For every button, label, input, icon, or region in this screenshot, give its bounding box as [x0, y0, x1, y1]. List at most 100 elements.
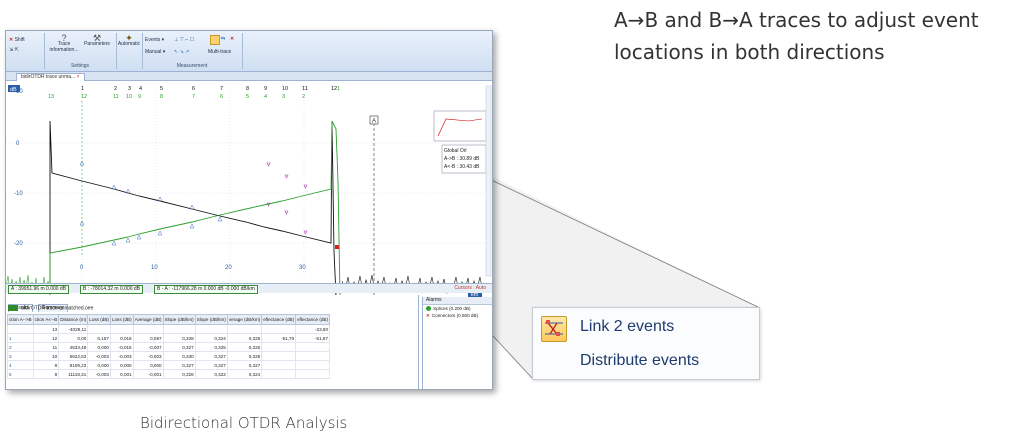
event-number: 2 — [114, 86, 117, 92]
cursors-mode[interactable]: Cursors : Auto — [454, 284, 486, 293]
table-row[interactable]: 2 11 4633,48 0,000 -0,015 -0,007 0,327 0… — [7, 342, 331, 352]
table-row[interactable]: 13 -4029,11 -23,80 — [7, 324, 331, 334]
callout-zoom-panel: Link 2 events Distribute events — [532, 307, 760, 380]
table-row[interactable]: 4 9 8109,23 0,000 0,000 0,000 0,327 0,32… — [7, 360, 331, 370]
manual-label: Manual — [145, 49, 162, 55]
event-number: 3 — [128, 86, 131, 92]
table-cell — [261, 342, 297, 352]
results-panel: Results Summary bidirOTDR trace unmatche… — [6, 295, 419, 389]
plot-scrollbar[interactable] — [485, 85, 492, 277]
table-cell: -4029,11 — [58, 324, 89, 334]
table-cell: 4633,48 — [58, 342, 89, 352]
event-number: 6 — [192, 86, 195, 92]
trace-info-label: Trace information... — [49, 41, 79, 53]
overview-thumbnail[interactable] — [433, 110, 487, 142]
cursor-ba-readout: B - A : -117966.28 m 0.000 dB -0.000 dB/… — [154, 285, 258, 294]
event-number: 5 — [246, 94, 249, 100]
table-cell — [109, 324, 134, 334]
column-header[interactable]: Loss (dB) — [109, 314, 134, 325]
table-cell: 4 — [7, 360, 34, 370]
alarm-connectors[interactable]: ✕ Connectors (0.500 dB) — [423, 312, 492, 319]
table-cell: 12 — [32, 333, 60, 343]
table-cell: 0,328 — [162, 333, 196, 343]
distribute-events-menu-item[interactable]: Distribute events — [580, 352, 699, 370]
y-tick-label: -20 — [14, 241, 23, 247]
trace-information-button[interactable]: ? Trace information... — [48, 34, 80, 54]
table-row[interactable]: 3 10 6622,53 -0,003 -0,003 -0,003 0,330 … — [7, 351, 331, 361]
column-header[interactable]: Distance (m) — [58, 314, 89, 325]
column-header[interactable]: verage (dB/km) — [226, 314, 263, 325]
table-cell: 13 — [32, 324, 60, 334]
alarm-splices[interactable]: Splices (0.200 dB) — [423, 305, 492, 312]
table-cell: -0,003 — [87, 351, 111, 361]
results-file-label: bidirOTDR trace unmatched.oee — [21, 305, 94, 312]
column-header[interactable]: ction A-->B — [7, 314, 34, 325]
table-cell: 0,000 — [87, 360, 111, 370]
table-cell — [7, 324, 34, 334]
manual-tools-icons[interactable]: ↖ ↘ ↗ — [174, 49, 189, 55]
table-cell: 0,000 — [87, 342, 111, 352]
table-row[interactable]: 5 8 11118,31 -0,003 0,001 -0,001 0,326 0… — [7, 369, 331, 379]
table-cell — [295, 342, 331, 352]
document-tab[interactable]: bidirOTDR trace unma... × — [16, 73, 85, 81]
table-cell: 8 — [32, 369, 60, 379]
arrows-icon[interactable]: ⇲ ⇱ — [9, 47, 19, 53]
table-cell — [295, 360, 331, 370]
event-number: 11 — [113, 94, 119, 100]
events-table: ction A-->B ction A<--B Distance (m) Los… — [7, 314, 331, 379]
column-header[interactable]: eflectance (dB) — [295, 314, 331, 325]
automatic-label: Automatic — [117, 41, 141, 47]
table-cell: 0,018 — [109, 333, 134, 343]
close-tab-icon[interactable]: × — [77, 74, 80, 80]
table-cell: 9 — [32, 360, 60, 370]
document-tabstrip: bidirOTDR trace unma... × — [6, 72, 492, 81]
event-number: 2 — [302, 94, 305, 100]
table-row[interactable]: 1 12 0,00 0,157 0,018 0,087 0,328 0,324 … — [7, 333, 331, 343]
link-2-events-menu-item[interactable]: Link 2 events — [580, 318, 674, 336]
table-cell — [261, 351, 297, 361]
table-cell: 0,157 — [87, 333, 111, 343]
link-events-button[interactable] — [210, 35, 220, 45]
delete-event-icon[interactable]: ✕ — [230, 36, 234, 42]
column-header[interactable]: Slope (dB/km) — [162, 314, 196, 325]
table-cell: 8109,23 — [58, 360, 89, 370]
table-cell: 0,322 — [194, 369, 228, 379]
event-number: 1 — [337, 86, 340, 92]
cursor-b-readout: B : -78014.32 m 0.000 dB — [80, 285, 143, 294]
results-tabs: Results Summary — [8, 296, 69, 312]
results-file: bidirOTDR trace unmatched.oee — [8, 305, 93, 312]
table-cell: 0,000 — [109, 360, 134, 370]
table-cell — [261, 360, 297, 370]
multi-trace-label: Multi-trace — [208, 49, 232, 55]
table-cell: 0,328 — [226, 351, 263, 361]
column-header[interactable]: Loss (dB) — [87, 314, 111, 325]
manual-dropdown[interactable]: Manual ▾ — [145, 49, 165, 55]
event-tools-icons[interactable]: ⊥ ⊤ ⌐ ☐ — [174, 37, 194, 43]
table-cell: -51,70 — [261, 333, 297, 343]
shift-icon: ✕ — [9, 37, 14, 43]
ribbon-group-navigation: ✕ Shift ⇲ ⇱ — [6, 33, 45, 69]
parameters-label: Parameters — [84, 41, 110, 47]
table-cell: 0,00 — [58, 333, 89, 343]
automatic-button[interactable]: ✦ Automatic — [117, 34, 141, 48]
events-table-header: ction A-->B ction A<--B Distance (m) Los… — [7, 314, 331, 325]
column-header[interactable]: Average (dB) — [132, 314, 164, 325]
multi-trace-button[interactable]: Multi-trace — [208, 49, 231, 55]
column-header[interactable]: ction A<--B — [32, 314, 60, 325]
distribute-icon[interactable]: ⇆ — [221, 36, 225, 42]
events-dropdown[interactable]: Events ▾ — [145, 37, 164, 43]
otdr-plot[interactable]: dB km 10 0 -10 -20 0 10 20 30 1 2 3 4 5 — [6, 81, 492, 301]
column-header[interactable]: Slope (dB/km) — [194, 314, 228, 325]
table-cell: 0,324 — [194, 333, 228, 343]
table-cell — [226, 324, 263, 334]
table-cell: 0,001 — [109, 369, 134, 379]
table-cell: 0,327 — [194, 351, 228, 361]
event-number: 9 — [138, 94, 141, 100]
parameters-button[interactable]: ⚒ Parameters — [82, 34, 112, 48]
table-cell: -51,87 — [295, 333, 331, 343]
column-header[interactable]: eflectance (dB) — [261, 314, 297, 325]
table-cell — [162, 324, 196, 334]
legend-ab: A->B : 30.89 dB — [444, 156, 480, 162]
table-cell: 0,000 — [132, 360, 164, 370]
shift-button[interactable]: ✕ Shift — [9, 37, 25, 43]
